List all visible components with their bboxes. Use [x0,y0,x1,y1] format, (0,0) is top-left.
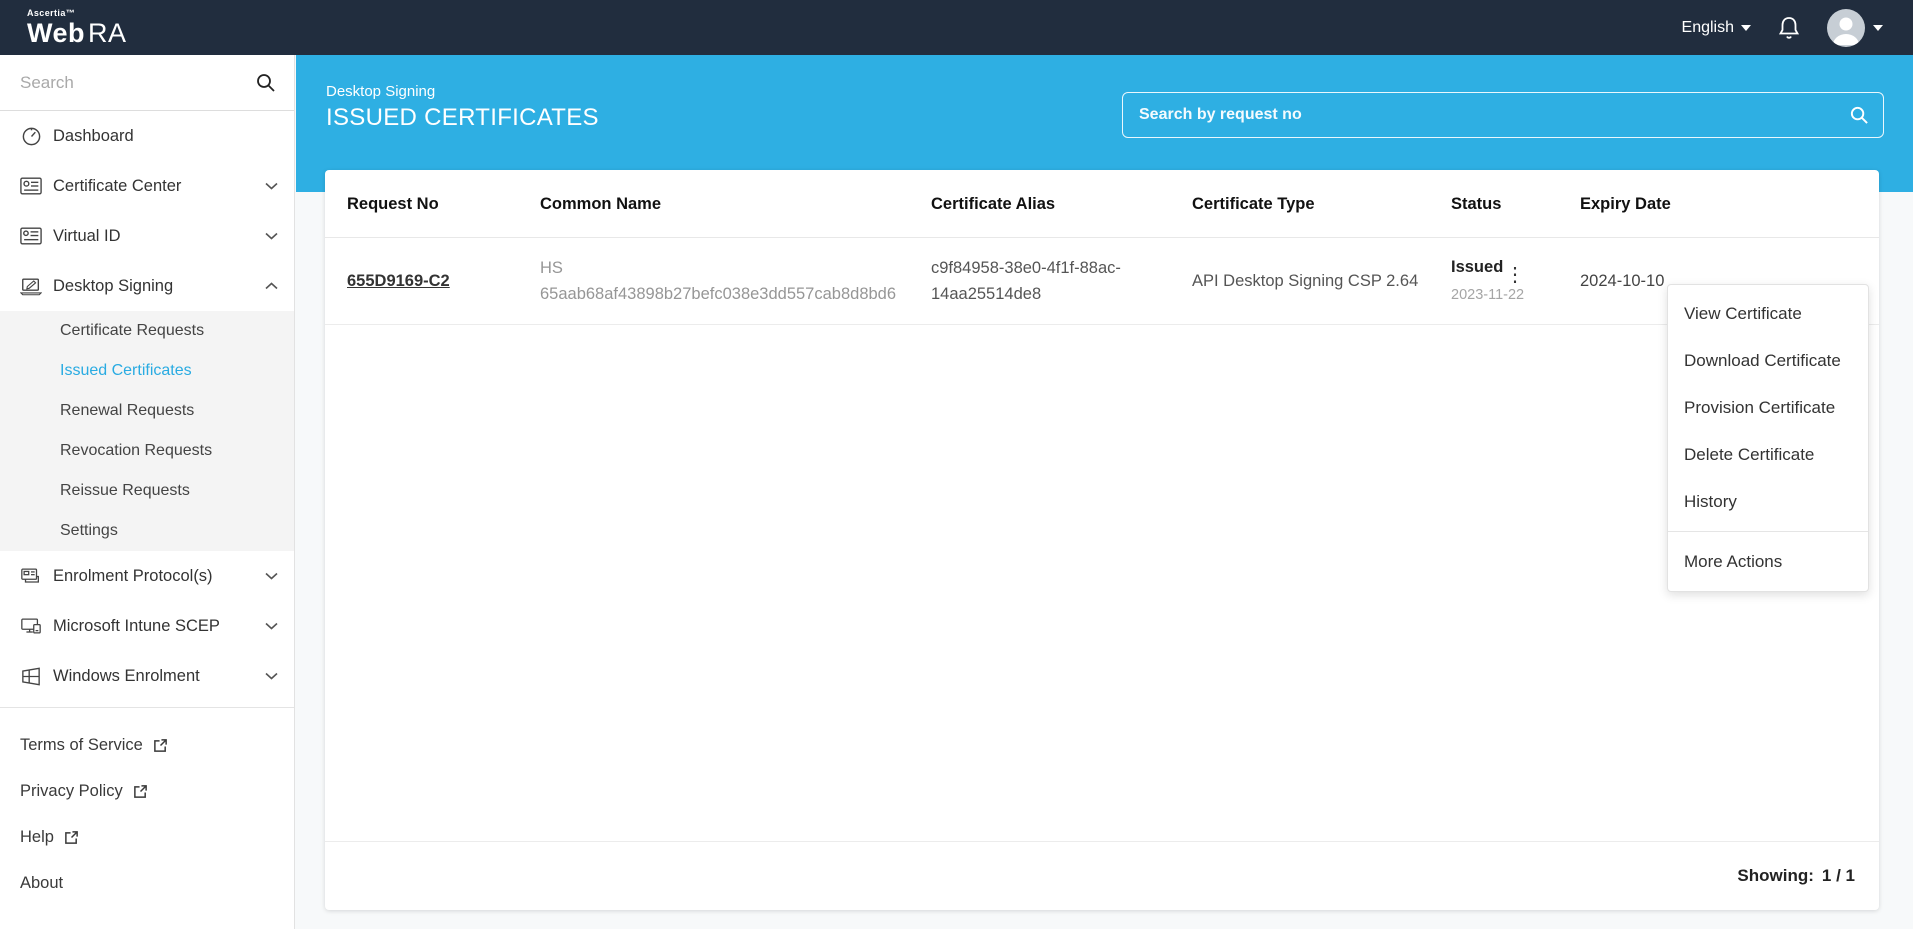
menu-item-more-actions[interactable]: More Actions [1668,538,1868,585]
sidebar-search-input[interactable] [0,55,294,110]
chevron-down-icon [1741,24,1751,31]
chevron-down-icon [265,572,278,580]
link-label: Help [20,827,54,846]
certificate-type-cell: API Desktop Signing CSP 2.64 [1192,272,1419,290]
sidebar-item-label: Enrolment Protocol(s) [53,566,213,585]
devices-icon [20,617,42,636]
row-actions-kebab-icon[interactable]: ⋮ [1505,265,1525,285]
sidebar-item-virtual-id[interactable]: Virtual ID [0,211,294,261]
sidebar-subitem-settings[interactable]: Settings [0,511,294,551]
page-title: ISSUED CERTIFICATES [326,104,599,131]
user-menu[interactable] [1827,8,1883,47]
windows-icon [20,667,42,686]
chevron-down-icon [265,232,278,240]
sidebar-item-label: Windows Enrolment [53,666,200,685]
link-terms-of-service[interactable]: Terms of Service [0,722,294,768]
sidebar-subitem-renewal-requests[interactable]: Renewal Requests [0,391,294,431]
request-search [1122,92,1884,138]
sidebar-item-label: Microsoft Intune SCEP [53,616,220,635]
menu-divider [1668,531,1868,532]
enrolment-protocol-icon [20,567,42,586]
sidebar-item-label: Dashboard [53,126,134,145]
request-search-input[interactable] [1123,93,1883,137]
link-help[interactable]: Help [0,814,294,860]
desktop-signing-submenu: Certificate Requests Issued Certificates… [0,311,294,551]
table-footer: Showing: 1 / 1 [325,841,1879,910]
menu-item-download-certificate[interactable]: Download Certificate [1668,337,1868,384]
column-header-request-no: Request No [347,194,439,213]
sidebar-subitem-revocation-requests[interactable]: Revocation Requests [0,431,294,471]
search-icon [255,72,276,93]
certificate-icon [20,177,42,195]
sidebar-item-certificate-center[interactable]: Certificate Center [0,161,294,211]
gauge-icon [20,126,42,147]
issued-certificates-card: Request No Common Name Certificate Alias… [325,170,1879,910]
sidebar: Dashboard Certificate Center Virtual ID [0,55,295,929]
company-name: Ascertia™ [27,7,76,18]
column-header-common-name: Common Name [540,194,662,213]
link-label: Privacy Policy [20,781,123,800]
language-label: English [1681,18,1734,36]
sidebar-subitem-issued-certificates[interactable]: Issued Certificates [0,351,294,391]
external-link-icon [133,784,148,799]
sidebar-item-label: Certificate Center [53,176,182,195]
request-no-link[interactable]: 655D9169-C2 [347,272,450,290]
sidebar-item-windows-enrolment[interactable]: Windows Enrolment [0,651,294,701]
desktop-signing-icon [20,277,42,296]
table-header-row: Request No Common Name Certificate Alias… [325,170,1879,238]
menu-item-delete-certificate[interactable]: Delete Certificate [1668,431,1868,478]
app-logo: Ascertia™ Web RA [27,7,127,48]
status-date: 2023-11-22 [1451,287,1525,303]
external-link-icon [153,738,168,753]
sidebar-divider [0,707,294,708]
sidebar-item-dashboard[interactable]: Dashboard [0,111,294,161]
menu-item-history[interactable]: History [1668,478,1868,525]
sidebar-item-microsoft-intune-scep[interactable]: Microsoft Intune SCEP [0,601,294,651]
sidebar-item-label: Virtual ID [53,226,121,245]
chevron-down-icon [265,622,278,630]
status-value: Issued [1451,258,1504,276]
search-icon[interactable] [1849,105,1869,125]
breadcrumb: Desktop Signing [326,83,436,100]
avatar [1827,8,1865,47]
link-label: About [20,873,64,892]
column-header-status: Status [1451,194,1502,213]
link-label: Terms of Service [20,735,143,754]
column-header-certificate-type: Certificate Type [1192,194,1315,213]
menu-item-view-certificate[interactable]: View Certificate [1668,290,1868,337]
external-link-icon [64,830,79,845]
showing-label: Showing: [1737,866,1814,885]
column-header-expiry-date: Expiry Date [1580,194,1671,213]
sidebar-item-desktop-signing[interactable]: Desktop Signing [0,261,294,311]
menu-item-provision-certificate[interactable]: Provision Certificate [1668,384,1868,431]
sidebar-subitem-reissue-requests[interactable]: Reissue Requests [0,471,294,511]
common-name-cell: HS 65aab68af43898b27befc038e3dd557cab8d8… [540,259,897,303]
table-row: 655D9169-C2 HS 65aab68af43898b27befc038e… [325,238,1879,325]
chevron-up-icon [265,282,278,290]
sidebar-search [0,55,294,111]
column-header-certificate-alias: Certificate Alias [931,194,1056,213]
showing-value: 1 / 1 [1821,866,1855,885]
sidebar-item-enrolment-protocols[interactable]: Enrolment Protocol(s) [0,551,294,601]
language-selector[interactable]: English [1682,19,1751,37]
top-bar: Ascertia™ Web RA English [0,0,1913,55]
product-name: Web RA [27,17,127,48]
certificate-alias-cell: c9f84958-38e0-4f1f-88ac-14aa25514de8 [931,259,1121,303]
sidebar-item-label: Desktop Signing [53,276,174,295]
sidebar-subitem-certificate-requests[interactable]: Certificate Requests [0,311,294,351]
id-card-icon [20,227,42,245]
chevron-down-icon [265,182,278,190]
chevron-down-icon [265,672,278,680]
chevron-down-icon [1873,24,1883,31]
link-privacy-policy[interactable]: Privacy Policy [0,768,294,814]
notifications-bell-icon[interactable] [1777,15,1801,41]
row-actions-menu: View Certificate Download Certificate Pr… [1667,284,1869,592]
link-about[interactable]: About [0,860,294,906]
